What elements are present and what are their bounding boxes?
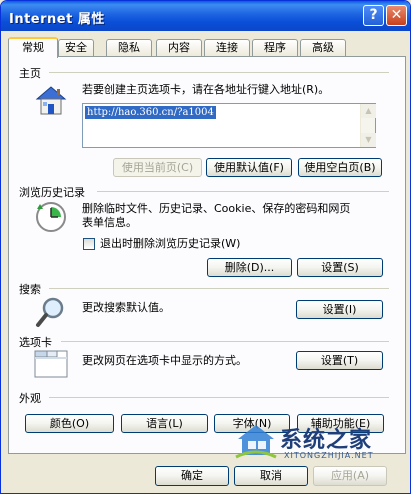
tab-content[interactable]: 内容: [156, 39, 202, 57]
divider: [49, 288, 389, 289]
home-page-url: http://hao.360.cn/?a1004: [85, 106, 216, 119]
home-icon: [35, 86, 67, 115]
tab-programs[interactable]: 程序: [252, 39, 298, 57]
search-section-heading: 搜索: [19, 283, 41, 296]
tab-security[interactable]: 安全: [58, 39, 94, 57]
window-title: Internet 属性: [9, 12, 105, 27]
search-settings-button[interactable]: 设置(I): [296, 300, 383, 319]
divider: [49, 397, 389, 398]
help-button[interactable]: ?: [363, 5, 384, 26]
history-description-line2: 表单信息。: [82, 216, 137, 229]
tabbed-window-icon: [34, 350, 68, 378]
search-magnifier-icon: [36, 297, 64, 327]
ok-button[interactable]: 确定: [155, 466, 229, 486]
home-section-heading: 主页: [19, 67, 41, 80]
delete-history-button[interactable]: 删除(D)...: [207, 258, 292, 277]
title-bar: Internet 属性 ? ✕: [1, 1, 410, 31]
tab-privacy[interactable]: 隐私: [106, 39, 152, 57]
divider: [97, 191, 389, 192]
search-description: 更改搜索默认值。: [82, 301, 170, 314]
cancel-button[interactable]: 取消: [234, 466, 308, 486]
history-description-line1: 删除临时文件、历史记录、Cookie、保存的密码和网页: [82, 202, 351, 215]
history-settings-button[interactable]: 设置(S): [297, 258, 383, 277]
tab-connections[interactable]: 连接: [204, 39, 250, 57]
close-button[interactable]: ✕: [386, 5, 407, 26]
colors-button[interactable]: 颜色(O): [25, 414, 114, 433]
address-box-scrollbar[interactable]: ▲ ▼: [360, 104, 376, 147]
tabs-description: 更改网页在选项卡中显示的方式。: [82, 354, 247, 367]
apply-button[interactable]: 应用(A): [313, 466, 387, 486]
divider: [61, 341, 389, 342]
home-instruction: 若要创建主页选项卡，请在各地址行键入地址(R)。: [82, 83, 330, 96]
use-blank-button[interactable]: 使用空白页(B): [298, 158, 382, 177]
use-current-button[interactable]: 使用当前页(C): [113, 158, 202, 177]
use-default-button[interactable]: 使用默认值(F): [206, 158, 292, 177]
languages-button[interactable]: 语言(L): [121, 414, 208, 433]
history-clock-icon: [36, 202, 66, 232]
history-section-heading: 浏览历史记录: [19, 186, 85, 199]
site-watermark: 系统之家 XITONGZHIJIA.NET: [234, 413, 409, 467]
delete-on-exit-label[interactable]: 退出时删除浏览历史记录(W): [100, 237, 240, 251]
home-page-address-box[interactable]: http://hao.360.cn/?a1004 ▲ ▼: [82, 103, 376, 148]
appearance-section-heading: 外观: [19, 392, 41, 405]
watermark-name: 系统之家: [280, 428, 373, 453]
internet-properties-dialog: Internet 属性 ? ✕ 常规 安全 隐私 内容 连接 程序 高级 主页 …: [0, 0, 411, 494]
scroll-up-icon[interactable]: ▲: [361, 104, 376, 118]
scroll-down-icon[interactable]: ▼: [361, 133, 376, 147]
tab-advanced[interactable]: 高级: [300, 39, 346, 57]
divider: [49, 72, 389, 73]
delete-on-exit-checkbox[interactable]: [83, 238, 95, 250]
tab-general[interactable]: 常规: [8, 37, 58, 58]
watermark-logo-icon: [235, 425, 277, 459]
general-tab-panel: 主页 若要创建主页选项卡，请在各地址行键入地址(R)。 http://hao.3…: [8, 56, 406, 454]
tabs-settings-button[interactable]: 设置(T): [296, 351, 383, 370]
watermark-url: XITONGZHIJIA.NET: [284, 451, 374, 460]
